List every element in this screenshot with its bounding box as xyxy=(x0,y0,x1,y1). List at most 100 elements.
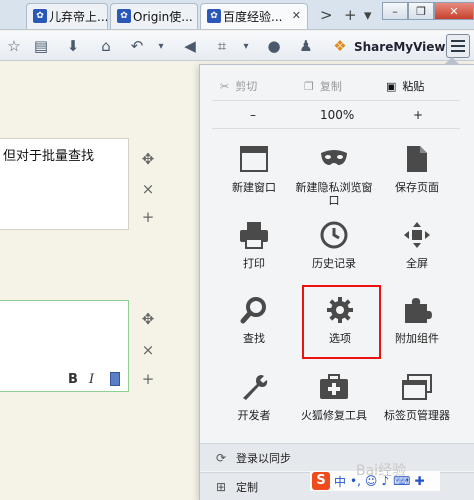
baidu-paw-icon: ✿ xyxy=(117,9,131,23)
baidu-paw-icon: ✿ xyxy=(33,9,47,23)
copy-button[interactable]: ❐ 复制 xyxy=(304,78,342,94)
developer-button[interactable]: 开发者 xyxy=(215,370,293,422)
open-menu-button[interactable] xyxy=(446,34,470,58)
history-button[interactable]: 历史记录 xyxy=(295,218,373,270)
find-label: 查找 xyxy=(243,332,265,345)
customize-plus-icon: ⊞ xyxy=(215,479,227,494)
tab-1-label: 儿弃帝上... xyxy=(49,10,108,24)
zoom-in-button[interactable]: + xyxy=(413,108,423,122)
sign-in-to-sync-button[interactable]: ⟳ 登录以同步 xyxy=(200,443,474,471)
tab-manager-label: 标签页管理器 xyxy=(384,409,450,422)
undo-icon[interactable]: ↶ xyxy=(127,36,147,56)
tab-3-label: 百度经验... xyxy=(223,10,283,24)
crop-dropdown-icon[interactable]: ▾ xyxy=(236,36,256,56)
find-button[interactable]: 查找 xyxy=(215,293,293,345)
italic-button[interactable]: I xyxy=(89,372,94,387)
undo-dropdown-icon[interactable]: ▾ xyxy=(151,36,171,56)
tab-close-icon[interactable]: ✕ xyxy=(292,9,301,22)
remove-block-icon[interactable]: × xyxy=(140,180,156,198)
new-private-window-label: 新建隐私浏览窗口 xyxy=(295,181,373,207)
save-page-button[interactable]: 保存页面 xyxy=(378,142,456,194)
paste-label: 粘贴 xyxy=(402,80,425,93)
menu-panel xyxy=(199,64,474,500)
person-icon[interactable]: ♟ xyxy=(296,36,316,56)
move-handle-icon[interactable]: ✥ xyxy=(140,150,156,168)
divider xyxy=(212,100,460,101)
sign-in-to-sync-label: 登录以同步 xyxy=(236,451,291,465)
hamburger-line xyxy=(451,40,465,42)
skin-icon[interactable]: ✚ xyxy=(414,474,424,488)
clock-icon xyxy=(317,218,351,252)
fullscreen-arrows-icon xyxy=(400,218,434,252)
developer-label: 开发者 xyxy=(237,409,271,422)
zoom-level[interactable]: 100% xyxy=(320,108,354,122)
copy-icon: ❐ xyxy=(304,79,314,93)
text-block-1[interactable]: 但对于批量查找 xyxy=(0,138,129,230)
menu-panel-arrow xyxy=(444,57,460,65)
tab-scroll-right-icon[interactable]: > xyxy=(320,6,333,24)
image-insert-icon[interactable] xyxy=(110,372,120,386)
sharemyview-icon[interactable]: ❖ xyxy=(330,36,350,56)
sharemyview-label[interactable]: ShareMyView xyxy=(354,40,446,54)
firefox-repair-button[interactable]: 火狐修复工具 xyxy=(295,370,373,422)
remove-block-icon[interactable]: × xyxy=(140,341,156,359)
home-icon[interactable]: ⌂ xyxy=(96,36,116,56)
printer-icon xyxy=(237,218,271,252)
watermark: Bai经验 xyxy=(356,463,407,479)
tab-3[interactable]: ✿ 百度经验... ✕ xyxy=(200,3,308,29)
text-block-1-content: 但对于批量查找 xyxy=(3,149,95,164)
sogou-logo-icon[interactable]: S xyxy=(312,472,330,490)
divider xyxy=(212,128,460,129)
print-label: 打印 xyxy=(243,257,265,270)
bold-button[interactable]: B xyxy=(68,372,78,387)
hamburger-line xyxy=(451,45,465,47)
tab-manager-button[interactable]: 标签页管理器 xyxy=(378,370,456,422)
cut-button[interactable]: ✂ 剪切 xyxy=(220,78,257,94)
add-block-icon[interactable]: + xyxy=(140,370,156,388)
close-window-button[interactable]: ✕ xyxy=(434,2,474,20)
clipboard-icon: ▣ xyxy=(386,79,397,93)
customize-label: 定制 xyxy=(236,480,258,494)
hamburger-line xyxy=(451,50,465,52)
tab-1[interactable]: ✿ 儿弃帝上... xyxy=(26,3,108,29)
speaker-icon[interactable]: ◀ xyxy=(180,36,200,56)
zoom-out-button[interactable]: – xyxy=(250,108,256,122)
new-window-button[interactable]: 新建窗口 xyxy=(215,142,293,194)
move-handle-icon[interactable]: ✥ xyxy=(140,310,156,328)
save-page-label: 保存页面 xyxy=(395,181,439,194)
paste-button[interactable]: ▣ 粘贴 xyxy=(386,78,424,94)
first-aid-kit-icon xyxy=(317,370,351,404)
history-label: 历史记录 xyxy=(312,257,356,270)
add-block-icon[interactable]: + xyxy=(140,208,156,226)
mask-icon xyxy=(317,142,351,176)
scissors-icon: ✂ xyxy=(220,79,230,93)
stacked-windows-icon xyxy=(400,370,434,404)
wrench-icon xyxy=(237,370,271,404)
new-tab-icon[interactable]: + xyxy=(344,6,357,24)
page-icon xyxy=(400,142,434,176)
ime-mode-toggle[interactable]: 中 xyxy=(334,473,346,490)
bookmarks-list-icon[interactable]: ▤ xyxy=(31,36,51,56)
addons-label: 附加组件 xyxy=(395,332,439,345)
addons-button[interactable]: 附加组件 xyxy=(378,293,456,345)
new-private-window-button[interactable]: 新建隐私浏览窗口 xyxy=(295,142,373,207)
restore-button[interactable]: ❐ xyxy=(408,2,434,20)
baidu-paw-icon: ✿ xyxy=(207,9,221,23)
new-window-label: 新建窗口 xyxy=(232,181,276,194)
highlight-box xyxy=(302,285,381,359)
window-icon xyxy=(237,142,271,176)
print-button[interactable]: 打印 xyxy=(215,218,293,270)
puzzle-piece-icon xyxy=(400,293,434,327)
fullscreen-label: 全屏 xyxy=(406,257,428,270)
chat-bubble-icon[interactable]: ● xyxy=(264,36,284,56)
firefox-repair-label: 火狐修复工具 xyxy=(301,409,367,422)
cut-label: 剪切 xyxy=(235,80,258,93)
sync-icon: ⟳ xyxy=(215,450,227,465)
bookmark-star-icon[interactable]: ☆ xyxy=(4,36,24,56)
minimize-button[interactable]: – xyxy=(382,2,408,20)
tab-2[interactable]: ✿ Origin使... xyxy=(110,3,198,29)
download-icon[interactable]: ⬇ xyxy=(63,36,83,56)
crop-icon[interactable]: ⌗ xyxy=(212,36,232,56)
tab-list-icon[interactable]: ▾ xyxy=(364,6,372,24)
fullscreen-button[interactable]: 全屏 xyxy=(378,218,456,270)
